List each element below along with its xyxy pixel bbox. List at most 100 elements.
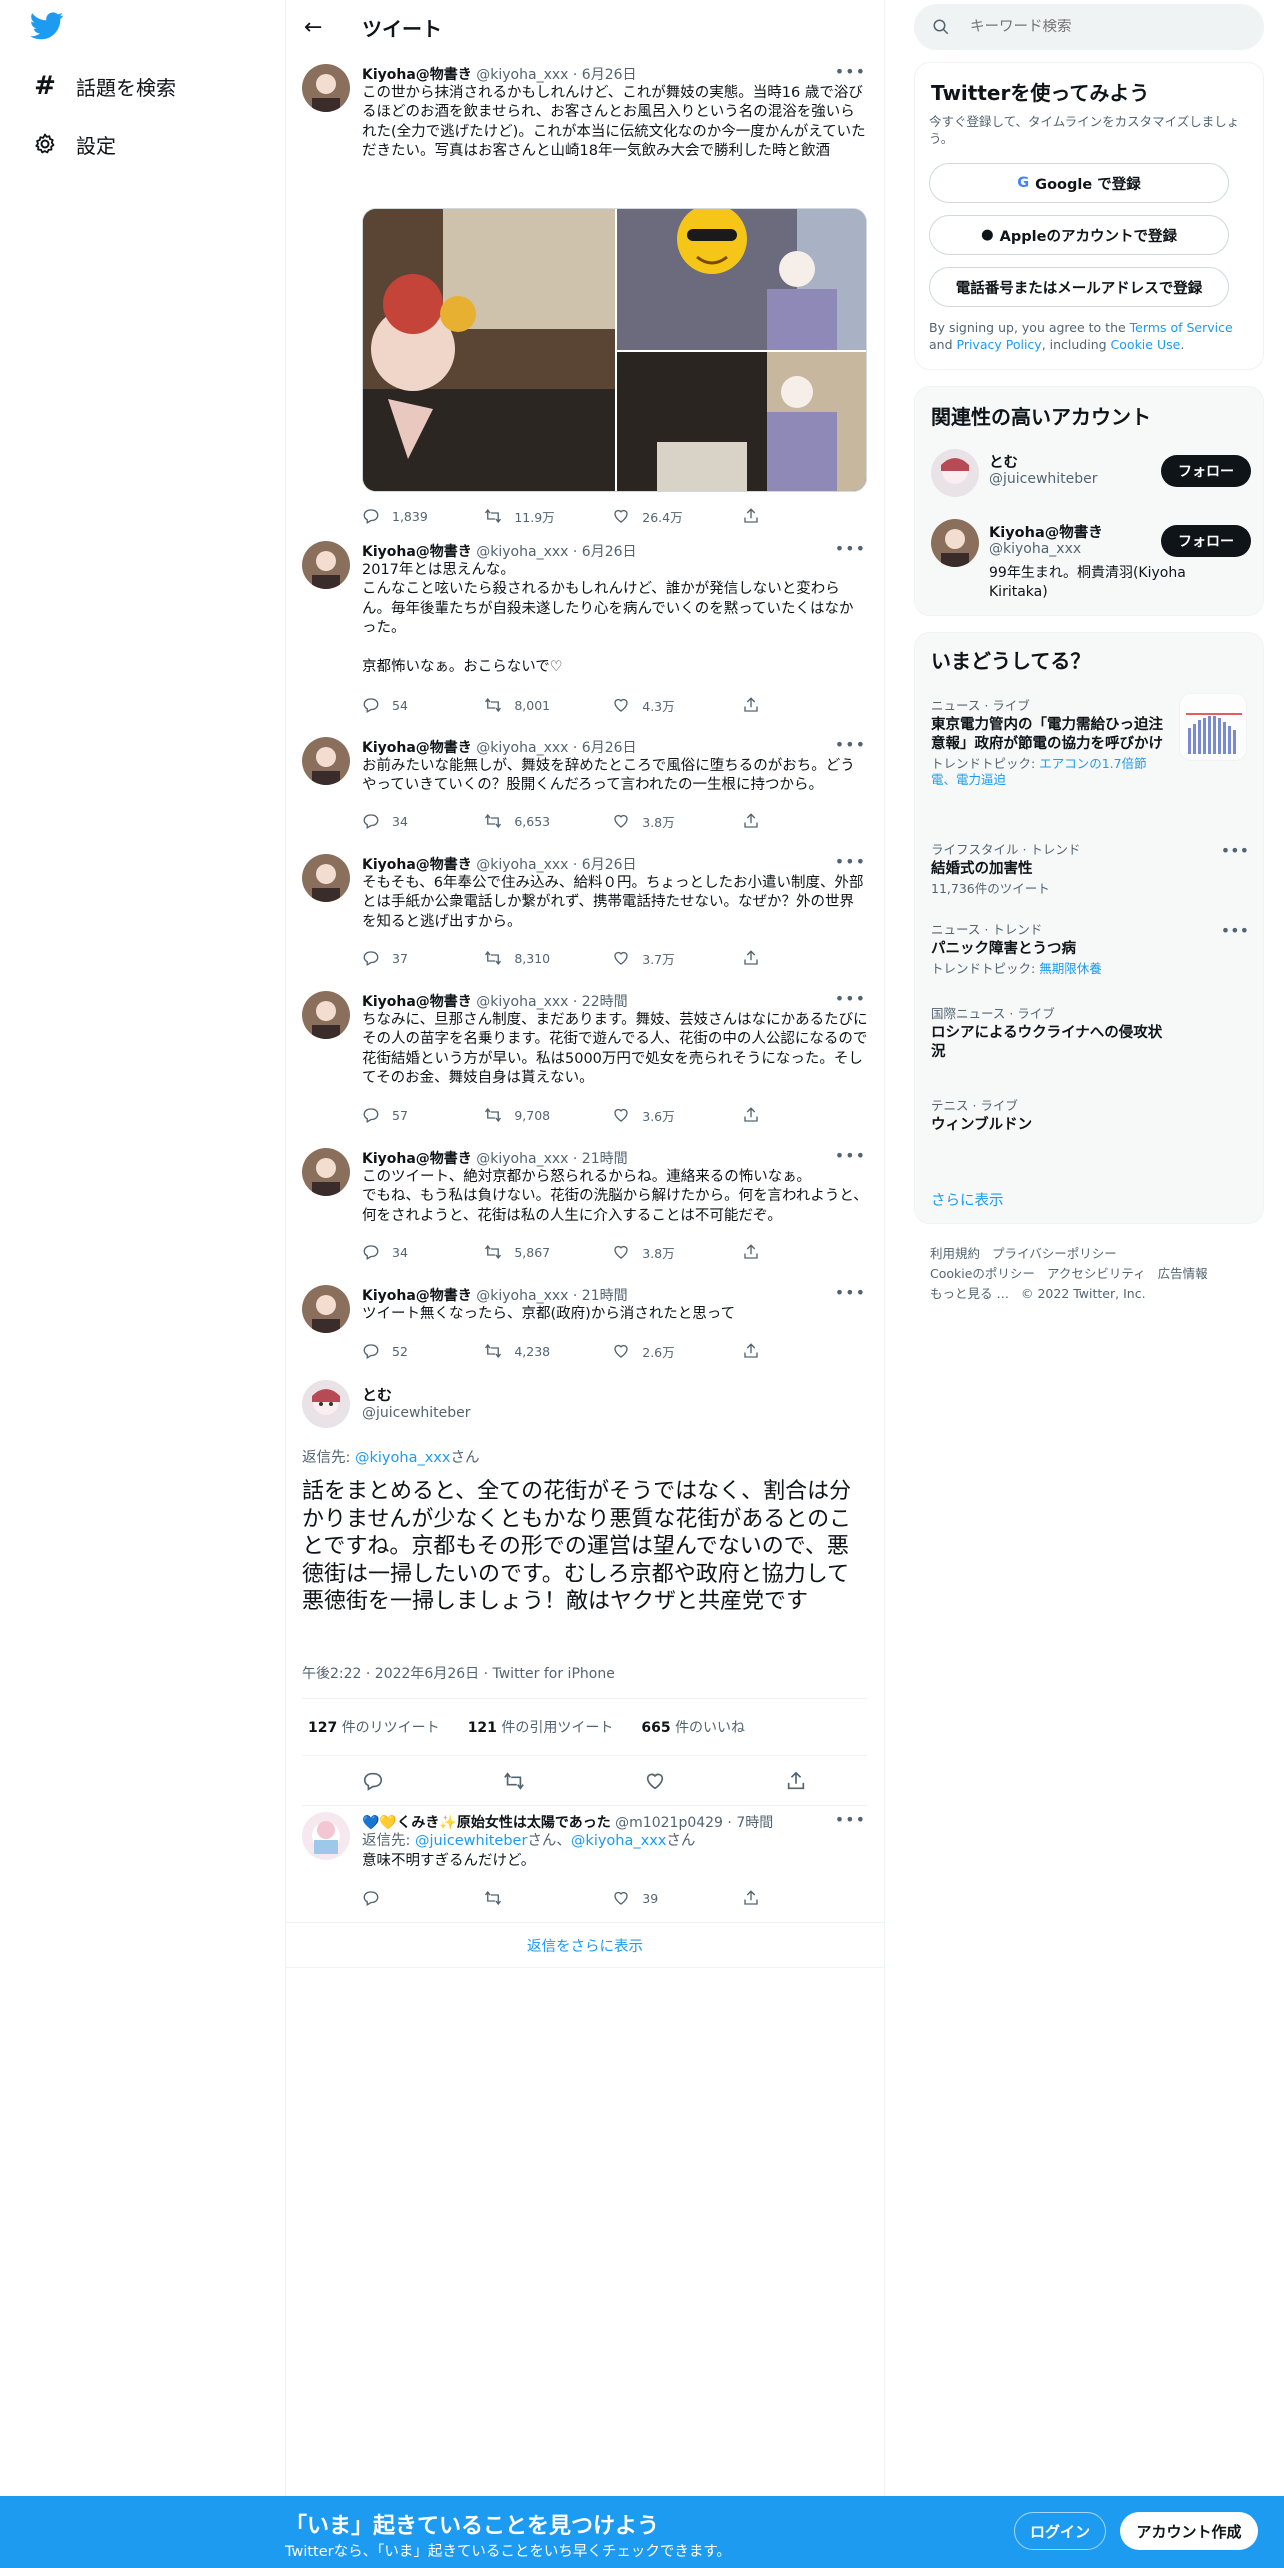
author-handle[interactable]: @kiyoha_xxx xyxy=(476,857,568,873)
account-item[interactable]: とむ @juicewhiteber フォロー xyxy=(931,449,1251,505)
retweet-button[interactable]: 6,653 xyxy=(484,811,612,831)
avatar[interactable] xyxy=(302,1812,350,1860)
author-name[interactable]: Kiyoha@物書き xyxy=(362,994,472,1010)
reply-button[interactable]: 37 xyxy=(362,948,484,968)
apple-signup-button[interactable]: ● Appleのアカウントで登録 xyxy=(929,215,1229,255)
retweet-count[interactable]: 127 件のリツイート xyxy=(308,1717,440,1737)
reply-button[interactable]: 34 xyxy=(362,811,484,831)
tweet-time[interactable]: 6月26日 xyxy=(582,67,637,83)
share-button[interactable] xyxy=(742,506,772,526)
media-photo[interactable] xyxy=(363,209,615,491)
retweet-button[interactable]: 8,310 xyxy=(484,948,612,968)
share-icon[interactable] xyxy=(785,1770,807,1792)
heart-icon[interactable] xyxy=(644,1770,666,1792)
cookie-link[interactable]: Cookie Use xyxy=(1111,337,1181,352)
tweet-time[interactable]: 6月26日 xyxy=(582,544,637,560)
author-name[interactable]: Kiyoha@物書き xyxy=(362,1151,472,1167)
search-box[interactable] xyxy=(914,4,1264,50)
avatar[interactable] xyxy=(302,854,350,902)
tweet-time[interactable]: 21時間 xyxy=(582,1288,628,1304)
avatar[interactable] xyxy=(302,64,350,112)
more-options-icon[interactable]: ••• xyxy=(835,62,866,81)
reply-to-link[interactable]: @juicewhiteber xyxy=(415,1833,527,1849)
share-button[interactable] xyxy=(742,1105,772,1125)
follow-button[interactable]: フォロー xyxy=(1161,525,1251,557)
more-options-icon[interactable]: ••• xyxy=(835,735,866,754)
footer-link[interactable]: アクセシビリティ xyxy=(1047,1266,1146,1281)
account-handle[interactable]: @kiyoha_xxx xyxy=(989,541,1081,557)
author-handle[interactable]: @kiyoha_xxx xyxy=(476,740,568,756)
reply-icon[interactable] xyxy=(362,1770,384,1792)
retweet-button[interactable]: 5,867 xyxy=(484,1242,612,1262)
retweet-button[interactable]: 9,708 xyxy=(484,1105,612,1125)
reply-button[interactable]: 54 xyxy=(362,695,484,715)
reply-tweet[interactable]: 💙💛くみき✨原始女性は太陽であった @m1021p0429 · 7時間 ••• … xyxy=(286,1810,884,1912)
retweet-button[interactable]: 11.9万 xyxy=(484,506,612,526)
like-button[interactable]: 39 xyxy=(612,1888,742,1908)
avatar[interactable] xyxy=(302,737,350,785)
like-button[interactable]: 3.8万 xyxy=(612,811,742,831)
tweet-time[interactable]: 22時間 xyxy=(582,994,628,1010)
footer-link[interactable]: 広告情報 xyxy=(1158,1266,1208,1281)
quote-count[interactable]: 121 件の引用ツイート xyxy=(468,1717,614,1737)
author-name[interactable]: 💙💛くみき✨原始女性は太陽であった xyxy=(362,1815,611,1831)
avatar[interactable] xyxy=(302,1380,350,1428)
footer-link[interactable]: プライバシーポリシー xyxy=(992,1246,1117,1261)
more-options-icon[interactable]: ••• xyxy=(835,1146,866,1165)
more-options-icon[interactable]: ••• xyxy=(835,852,866,871)
author-name[interactable]: Kiyoha@物書き xyxy=(362,544,472,560)
tweet-time[interactable]: 6月26日 xyxy=(582,740,637,756)
avatar[interactable] xyxy=(302,991,350,1039)
retweet-button[interactable]: 8,001 xyxy=(484,695,612,715)
avatar[interactable] xyxy=(931,519,979,567)
avatar[interactable] xyxy=(931,449,979,497)
create-account-button[interactable]: アカウント作成 xyxy=(1120,2512,1258,2550)
privacy-link[interactable]: Privacy Policy xyxy=(957,337,1042,352)
show-more-replies-link[interactable]: 返信をさらに表示 xyxy=(286,1922,884,1968)
reply-to-link[interactable]: @kiyoha_xxx xyxy=(355,1450,450,1466)
author-handle[interactable]: @kiyoha_xxx xyxy=(476,1151,568,1167)
reply-button[interactable]: 34 xyxy=(362,1242,484,1262)
retweet-button[interactable] xyxy=(484,1888,612,1908)
share-button[interactable] xyxy=(742,695,772,715)
like-button[interactable]: 3.8万 xyxy=(612,1242,742,1262)
more-options-icon[interactable]: ••• xyxy=(835,539,866,558)
reply-button[interactable]: 1,839 xyxy=(362,506,484,526)
share-button[interactable] xyxy=(742,1341,772,1361)
reply-button[interactable]: 57 xyxy=(362,1105,484,1125)
search-input[interactable] xyxy=(970,19,1230,35)
author-handle[interactable]: @juicewhiteber xyxy=(362,1405,471,1421)
tweet-timestamp[interactable]: 午後2:22 · 2022年6月26日 · Twitter for iPhone xyxy=(302,1663,615,1683)
author-handle[interactable]: @kiyoha_xxx xyxy=(476,994,568,1010)
author-handle[interactable]: @kiyoha_xxx xyxy=(476,1288,568,1304)
more-options-icon[interactable]: ••• xyxy=(1221,921,1249,940)
more-options-icon[interactable]: ••• xyxy=(835,1810,866,1829)
like-button[interactable]: 3.7万 xyxy=(612,948,742,968)
reply-button[interactable] xyxy=(362,1888,484,1908)
media-photo[interactable] xyxy=(617,352,866,491)
trend-item[interactable]: テニス · ライブ ウィンブルドン xyxy=(931,1095,1251,1135)
footer-link[interactable]: Cookieのポリシー xyxy=(930,1266,1035,1281)
author-handle[interactable]: @kiyoha_xxx xyxy=(476,544,568,560)
author-name[interactable]: Kiyoha@物書き xyxy=(362,1288,472,1304)
like-button[interactable]: 3.6万 xyxy=(612,1105,742,1125)
nav-settings[interactable]: 設定 xyxy=(30,122,116,166)
nav-explore[interactable]: # 話題を検索 xyxy=(30,64,176,108)
more-options-icon[interactable]: ••• xyxy=(1221,841,1249,860)
account-name[interactable]: Kiyoha@物書き xyxy=(989,521,1103,542)
footer-link[interactable]: 利用規約 xyxy=(930,1246,980,1261)
avatar[interactable] xyxy=(302,541,350,589)
trend-thumbnail[interactable] xyxy=(1179,693,1247,761)
account-item[interactable]: Kiyoha@物書き @kiyoha_xxx 99年生まれ。桐貴清羽(Kiyoh… xyxy=(931,519,1251,609)
tweet[interactable]: Kiyoha@物書き @kiyoha_xxx · 6月26日 ••• 2017年… xyxy=(286,539,884,721)
share-button[interactable] xyxy=(742,811,772,831)
login-button[interactable]: ログイン xyxy=(1014,2512,1106,2550)
account-handle[interactable]: @juicewhiteber xyxy=(989,471,1098,487)
tweet[interactable]: Kiyoha@物書き @kiyoha_xxx · 21時間 ••• このツイート… xyxy=(286,1146,884,1266)
trends-show-more-link[interactable]: さらに表示 xyxy=(931,1189,1004,1210)
avatar[interactable] xyxy=(302,1148,350,1196)
tweet-media[interactable] xyxy=(362,208,867,492)
tweet-time[interactable]: 21時間 xyxy=(582,1151,628,1167)
reply-button[interactable]: 52 xyxy=(362,1341,484,1361)
trend-item[interactable]: ライフスタイル · トレンド 結婚式の加害性 11,736件のツイート xyxy=(931,839,1251,897)
